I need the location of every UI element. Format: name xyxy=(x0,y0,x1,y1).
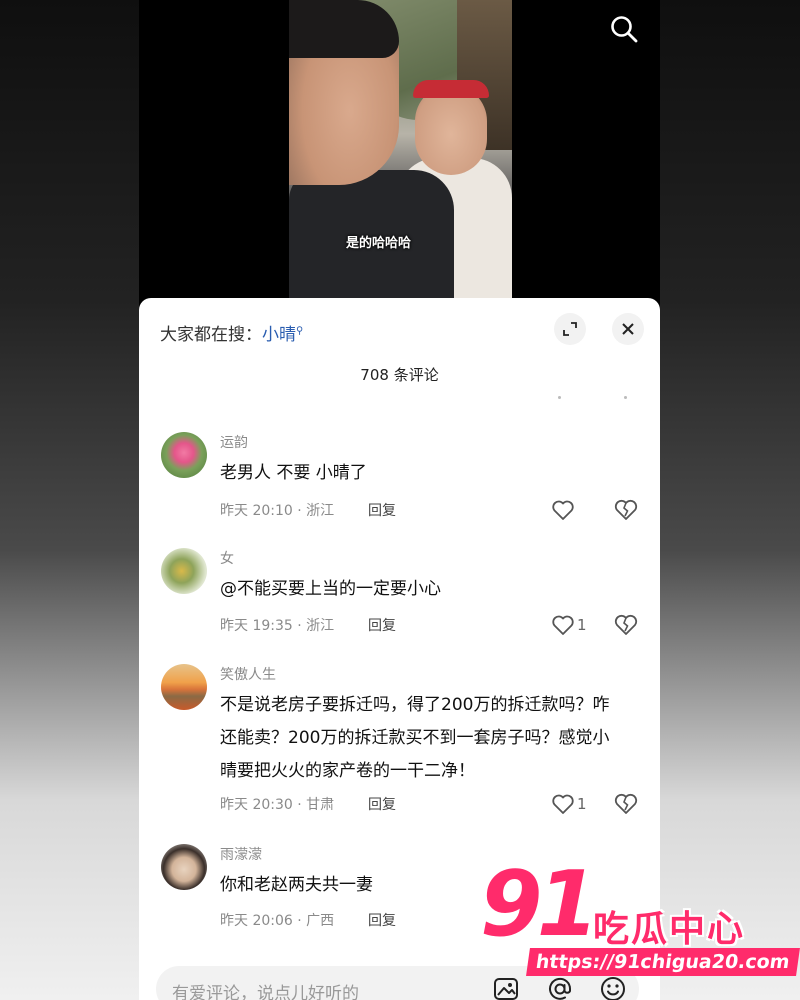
broken-heart-icon[interactable] xyxy=(613,613,639,637)
video-person-woman-face xyxy=(415,85,487,175)
reply-button[interactable]: 回复 xyxy=(368,910,396,930)
comment-meta: 昨天 20:30 · 甘肃 xyxy=(220,797,335,813)
avatar[interactable] xyxy=(161,432,207,478)
comment-count: 708 条评论 xyxy=(360,366,439,384)
video-person-woman-headband xyxy=(413,80,489,98)
avatar[interactable] xyxy=(161,664,207,710)
avatar[interactable] xyxy=(161,548,207,594)
comment-username[interactable]: 雨濛濛 xyxy=(220,844,262,864)
watermark-url: https://91chigua20.com xyxy=(526,948,800,976)
comment-input-placeholder: 有爱评论，说点儿好听的 xyxy=(172,984,359,1000)
broken-heart-icon[interactable] xyxy=(613,498,639,522)
watermark-logo: 91 吃瓜中心 https://91chigua20.com xyxy=(480,852,800,980)
comment-text: 老男人 不要 小晴了 xyxy=(220,463,367,483)
comment-username[interactable]: 笑傲人生 xyxy=(220,664,276,684)
hot-search-prefix: 大家都在搜： xyxy=(160,325,262,345)
reply-button[interactable]: 回复 xyxy=(368,794,396,814)
like-count: 1 xyxy=(577,616,587,634)
hot-search[interactable]: 大家都在搜：小晴⚲ xyxy=(160,320,303,345)
hot-search-keyword[interactable]: 小晴 xyxy=(262,325,296,345)
phone-screen: 是的哈哈哈 大家都在搜：小晴⚲ 708 条评论 运韵 老男人 不要 小晴了 昨天… xyxy=(139,0,660,1000)
like-count: 1 xyxy=(577,795,587,813)
background-blur-right xyxy=(660,0,800,1000)
comment-meta: 昨天 20:10 · 浙江 xyxy=(220,503,335,519)
hot-search-small-search-icon: ⚲ xyxy=(296,325,304,337)
comment-username[interactable]: 运韵 xyxy=(220,432,248,452)
expand-button[interactable] xyxy=(554,313,586,345)
heart-icon xyxy=(552,794,574,814)
video-subtitle: 是的哈哈哈 xyxy=(346,236,412,251)
broken-heart-icon[interactable] xyxy=(613,792,639,816)
like-button[interactable] xyxy=(551,498,601,522)
comment-meta: 昨天 20:06 · 广西 xyxy=(220,913,335,929)
comment-text: 不是说老房子要拆迁吗，得了200万的拆迁款吗？咋还能卖？200万的拆迁款买不到一… xyxy=(220,695,610,781)
collapsed-divider xyxy=(556,396,636,402)
comment-text: @不能买要上当的一定要小心 xyxy=(220,579,441,599)
comment-username[interactable]: 女 xyxy=(220,548,234,568)
background-blur-left xyxy=(0,0,139,1000)
video-player[interactable]: 是的哈哈哈 xyxy=(139,0,660,300)
close-button[interactable] xyxy=(612,313,644,345)
like-button[interactable]: 1 xyxy=(551,613,601,637)
reply-button[interactable]: 回复 xyxy=(368,615,396,635)
expand-icon xyxy=(563,322,577,336)
watermark-text: 吃瓜中心 xyxy=(593,909,746,950)
heart-icon xyxy=(552,500,574,520)
like-button[interactable]: 1 xyxy=(551,792,601,816)
video-frame xyxy=(289,0,512,298)
comment-meta: 昨天 19:35 · 浙江 xyxy=(220,618,335,634)
reply-button[interactable]: 回复 xyxy=(368,500,396,520)
watermark-number: 91 xyxy=(480,852,599,957)
search-icon[interactable] xyxy=(609,14,639,44)
heart-icon xyxy=(552,615,574,635)
video-person-man-hair xyxy=(289,0,399,58)
avatar[interactable] xyxy=(161,844,207,890)
close-icon xyxy=(622,323,634,335)
